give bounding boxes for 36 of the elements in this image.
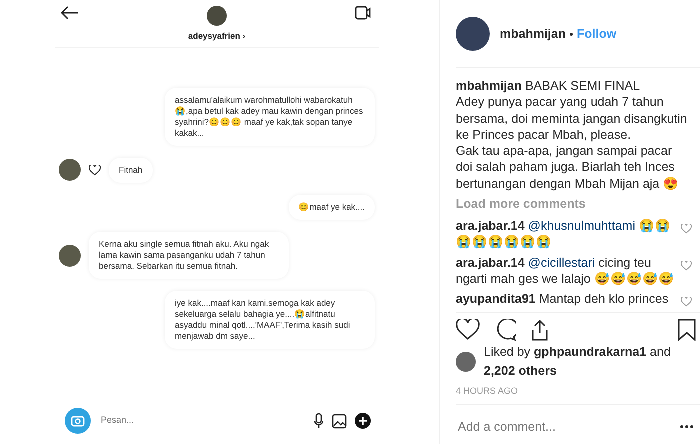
avatar <box>206 6 227 26</box>
username-link[interactable]: ara.jabar.14 <box>456 256 525 270</box>
avatar <box>59 159 81 182</box>
avatar <box>59 244 81 267</box>
chat-username[interactable]: adeysyafrien › <box>188 30 246 43</box>
message-bubble: assalamu'alaikum warohmatullohi wabarokatuh😭,apa betul kak adey mau kawin dengan princes syahrini?😊😊😊 maaf ye kak,tak sopan tanye kakak... <box>165 88 375 146</box>
profile-avatar[interactable] <box>456 17 490 51</box>
share-icon[interactable] <box>530 319 550 341</box>
message-bubble: iye kak....maaf kan kami.semoga kak adey sekeluarga selalu bahagia ye....😭alfitnatu asyaddu minal qotl....'MAAF',Terima kasih sudi menjawab dm saye... <box>165 291 375 350</box>
bookmark-icon[interactable] <box>678 319 696 341</box>
back-arrow-icon <box>61 6 79 20</box>
camera-button[interactable] <box>65 408 91 434</box>
comment-text: ara.jabar.14 @cicillestari cicing teu ngarti mah ges we lalajo 😅😅😅😅😅 <box>456 254 675 287</box>
mention-link[interactable]: @khusnulmuhttami <box>528 219 636 233</box>
likes-text: Liked by gphpaundrakarna1 and 2,202 others <box>484 344 672 380</box>
username-link[interactable]: ara.jabar.14 <box>456 219 525 233</box>
mention-link[interactable]: @cicillestari <box>528 256 596 270</box>
image-icon[interactable] <box>332 414 347 428</box>
liker-avatar <box>456 352 476 372</box>
plus-icon[interactable] <box>355 413 371 429</box>
message-bubble: Fitnah <box>109 158 153 183</box>
username-link[interactable]: ayupandita91 <box>456 292 536 306</box>
heart-icon[interactable] <box>456 319 480 341</box>
more-options-icon[interactable] <box>680 425 694 430</box>
separator-dot <box>570 32 573 36</box>
post-time: 4 HOURS AGO <box>456 384 520 398</box>
video-call-icon <box>354 6 371 20</box>
camera-icon <box>71 415 85 427</box>
username-link[interactable]: mbahmijan <box>456 79 522 93</box>
comment-text: ayupandita91 Mantap deh klo princes <box>456 291 669 308</box>
message-bubble: 😊maaf ye kak.... <box>288 194 375 220</box>
username-link[interactable]: mbahmijan <box>500 24 566 44</box>
caption-text: mbahmijan BABAK SEMI FINAL Adey punya pacar yang udah 7 tahun bersama, doi meminta jangan disangkutin ke Princes pacar Mbah, please. Gak tau apa-apa, jangan sampai pacar doi salah paham juga. Biarlah teh Inces bertunangan dengan Mbah Mijan aja 😍 <box>456 78 688 192</box>
message-bubble: Kerna aku single semua fitnah aku. Aku ngak lama kawin sama pasanganku udah 7 tahun bersama. Sebarkan itu semua fitnah. <box>89 232 289 280</box>
comment-text: ara.jabar.14 @khusnulmuhttami 😭😭😭😭😭😭😭😭 <box>456 218 672 250</box>
microphone-icon[interactable] <box>314 413 324 429</box>
